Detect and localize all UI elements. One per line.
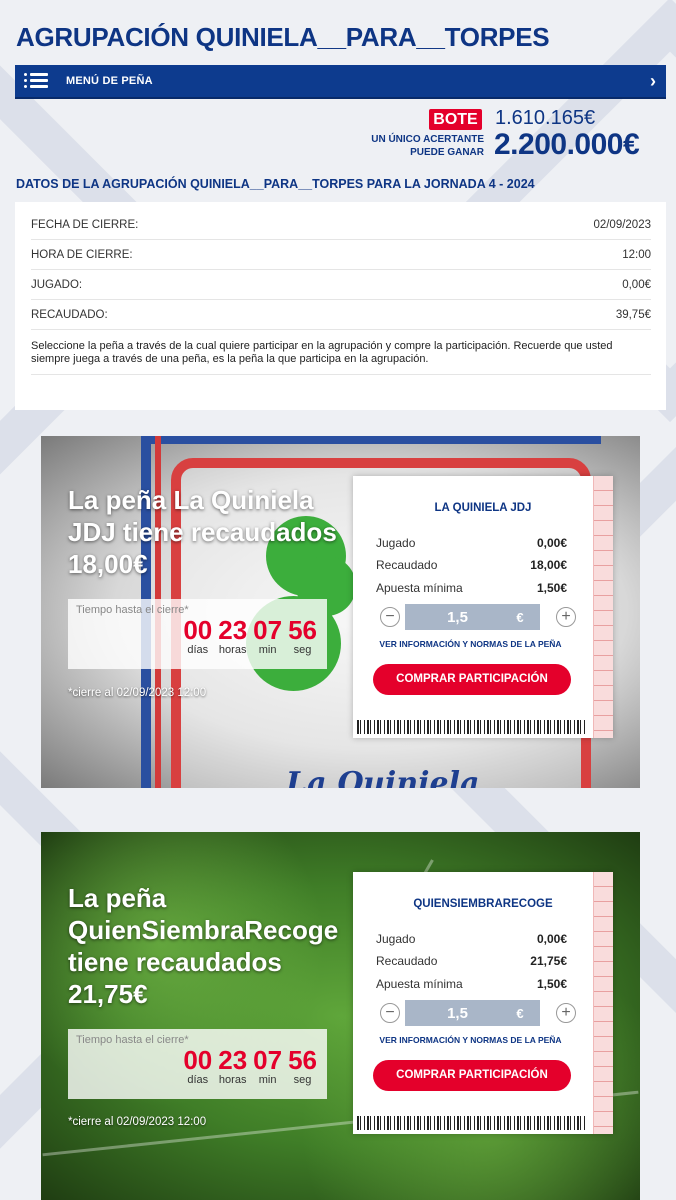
row-label: RECAUDADO:	[31, 308, 108, 321]
acertante-line-2: PUEDE GANAR	[410, 147, 484, 158]
minus-button[interactable]: −	[380, 607, 400, 627]
jugado-label: Jugado	[376, 536, 416, 550]
acertante-line-1: UN ÚNICO ACERTANTE	[371, 134, 484, 145]
timer-unit-seg: seg	[293, 1074, 312, 1086]
recaudado-value: 18,00€	[530, 558, 567, 572]
apuesta-value: 1,50€	[536, 977, 567, 991]
ticket-strip	[593, 476, 613, 738]
row-label: FECHA DE CIERRE:	[31, 218, 139, 231]
info-link[interactable]: VER INFORMACIÓN Y NORMAS DE LA PEÑA	[353, 1035, 588, 1045]
row-value: 12:00	[622, 248, 651, 261]
bote-amount: 1.610.165€	[495, 107, 596, 129]
countdown-timer: Tiempo hasta el cierre* 00 días 23 horas 0…	[68, 599, 327, 669]
acertante-text: UN ÚNICO ACERTANTE PUEDE GANAR	[360, 133, 484, 159]
pena-panel: LA QUINIELA JDJ Jugado 0,00€ Recaudado 1…	[353, 476, 613, 738]
timer-horas: 23	[218, 1045, 248, 1075]
row-value: 39,75€	[615, 308, 651, 321]
apuesta-label: Apuesta mínima	[376, 581, 463, 595]
apuesta-label: Apuesta mínima	[376, 977, 463, 991]
timer-dias: 00	[183, 1045, 213, 1075]
ticket-strip	[593, 872, 613, 1134]
jugado-line: Jugado 0,00€	[376, 536, 567, 550]
stepper-value-field[interactable]: 1,5 €	[405, 1000, 540, 1026]
timer-unit-min: min	[258, 1074, 277, 1086]
recaudado-label: Recaudado	[376, 954, 438, 968]
timer-min: 07	[253, 1045, 283, 1075]
timer-horas: 23	[218, 615, 248, 645]
timer-unit-seg: seg	[293, 644, 312, 656]
pena-panel: QUIENSIEMBRARECOGE Jugado 0,00€ Recaudad…	[353, 872, 613, 1134]
apuesta-line: Apuesta mínima 1,50€	[376, 977, 567, 991]
datos-row-hora: HORA DE CIERRE: 12:00	[31, 240, 651, 270]
jugado-label: Jugado	[376, 932, 416, 946]
hamburger-icon[interactable]	[24, 73, 48, 89]
recaudado-line: Recaudado 21,75€	[376, 954, 567, 968]
stepper-value-field[interactable]: 1,5 €	[405, 604, 540, 630]
menu-bar[interactable]: MENÚ DE PEÑA ›	[15, 65, 666, 99]
currency-label: €	[516, 1005, 524, 1021]
row-value: 02/09/2023	[593, 218, 651, 231]
timer-unit-horas: horas	[218, 1074, 247, 1086]
timer-unit-horas: horas	[218, 644, 247, 656]
datos-note: Seleccione la peña a través de la cual q…	[31, 340, 651, 375]
timer-label: Tiempo hasta el cierre*	[76, 604, 189, 616]
page-title: AGRUPACIÓN QUINIELA__PARA__TORPES	[16, 22, 550, 52]
apuesta-value: 1,50€	[536, 581, 567, 595]
row-label: HORA DE CIERRE:	[31, 248, 133, 261]
timer-unit-min: min	[258, 644, 277, 656]
prize-amount: 2.200.000€	[494, 128, 640, 161]
cierre-text: *cierre al 02/09/2023 12:00	[68, 687, 207, 699]
chevron-right-icon[interactable]: ›	[650, 71, 656, 92]
quiniela-logo: La Quiniela	[286, 766, 480, 788]
pena-name: LA QUINIELA JDJ	[434, 502, 532, 514]
pena-name: QUIENSIEMBRARECOGE	[413, 898, 553, 910]
timer-unit-dias: días	[187, 644, 209, 656]
minus-button[interactable]: −	[380, 1003, 400, 1023]
row-value: 0,00€	[622, 278, 651, 291]
timer-label: Tiempo hasta el cierre*	[76, 1034, 189, 1046]
buy-button[interactable]: COMPRAR PARTICIPACIÓN	[373, 664, 571, 695]
jugado-value: 0,00€	[536, 932, 567, 946]
countdown-timer: Tiempo hasta el cierre* 00 días 23 horas 0…	[68, 1029, 327, 1099]
datos-row-recaudado: RECAUDADO: 39,75€	[31, 300, 651, 330]
datos-row-jugado: JUGADO: 0,00€	[31, 270, 651, 300]
buy-button[interactable]: COMPRAR PARTICIPACIÓN	[373, 1060, 571, 1091]
recaudado-line: Recaudado 18,00€	[376, 558, 567, 572]
recaudado-label: Recaudado	[376, 558, 438, 572]
menu-label[interactable]: MENÚ DE PEÑA	[66, 75, 153, 87]
info-link[interactable]: VER INFORMACIÓN Y NORMAS DE LA PEÑA	[353, 639, 588, 649]
timer-unit-dias: días	[187, 1074, 209, 1086]
pena-card-1: La Quiniela La peña La Quiniela JDJ tien…	[41, 436, 640, 788]
datos-title: DATOS DE LA AGRUPACIÓN QUINIELA__PARA__T…	[16, 177, 535, 191]
bote-badge: BOTE	[429, 109, 482, 130]
row-label: JUGADO:	[31, 278, 83, 291]
jugado-line: Jugado 0,00€	[376, 932, 567, 946]
pena-headline: La peña La Quiniela JDJ tiene recaudados…	[68, 485, 337, 579]
timer-seg: 56	[288, 1045, 317, 1075]
timer-seg: 56	[288, 615, 317, 645]
stepper-value: 1,5	[447, 608, 468, 626]
datos-table: FECHA DE CIERRE: 02/09/2023 HORA DE CIER…	[15, 202, 666, 410]
cierre-text: *cierre al 02/09/2023 12:00	[68, 1116, 207, 1128]
timer-min: 07	[253, 615, 283, 645]
barcode	[357, 1116, 585, 1130]
quantity-stepper[interactable]: − 1,5 € +	[380, 1000, 576, 1026]
barcode	[357, 720, 585, 734]
recaudado-value: 21,75€	[530, 954, 567, 968]
pena-headline: La peña QuienSiembraRecoge tiene recauda…	[68, 883, 339, 1009]
datos-row-fecha: FECHA DE CIERRE: 02/09/2023	[31, 210, 651, 240]
currency-label: €	[516, 609, 524, 625]
plus-button[interactable]: +	[556, 607, 576, 627]
timer-dias: 00	[183, 615, 213, 645]
plus-button[interactable]: +	[556, 1003, 576, 1023]
pena-card-2: La peña QuienSiembraRecoge tiene recauda…	[41, 832, 640, 1200]
apuesta-line: Apuesta mínima 1,50€	[376, 581, 567, 595]
stepper-value: 1,5	[447, 1004, 468, 1022]
quantity-stepper[interactable]: − 1,5 € +	[380, 604, 576, 630]
jugado-value: 0,00€	[536, 536, 567, 550]
